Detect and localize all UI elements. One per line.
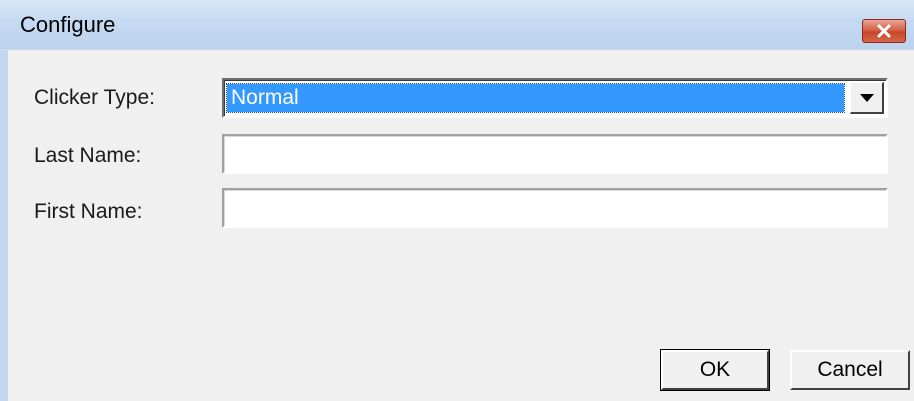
- close-icon: [877, 24, 891, 38]
- window-title: Configure: [20, 12, 116, 37]
- chevron-down-icon: [859, 93, 874, 102]
- title-bar[interactable]: Configure: [0, 0, 914, 50]
- ok-button[interactable]: OK: [660, 349, 770, 391]
- first-name-field[interactable]: [222, 188, 888, 228]
- last-name-label: Last Name:: [34, 144, 142, 167]
- first-name-label: First Name:: [34, 200, 143, 223]
- configure-dialog: Configure Clicker Type: Normal Last Name…: [0, 0, 914, 401]
- clicker-type-selected-value[interactable]: Normal: [226, 83, 845, 113]
- clicker-type-select[interactable]: Normal: [222, 78, 888, 118]
- clicker-type-label: Clicker Type:: [34, 86, 155, 109]
- clicker-type-dropdown-button[interactable]: [850, 82, 884, 114]
- dialog-body: Clicker Type: Normal Last Name: First Na…: [0, 50, 914, 401]
- cancel-button[interactable]: Cancel: [790, 350, 910, 390]
- close-button[interactable]: [862, 19, 906, 43]
- last-name-field[interactable]: [222, 134, 888, 174]
